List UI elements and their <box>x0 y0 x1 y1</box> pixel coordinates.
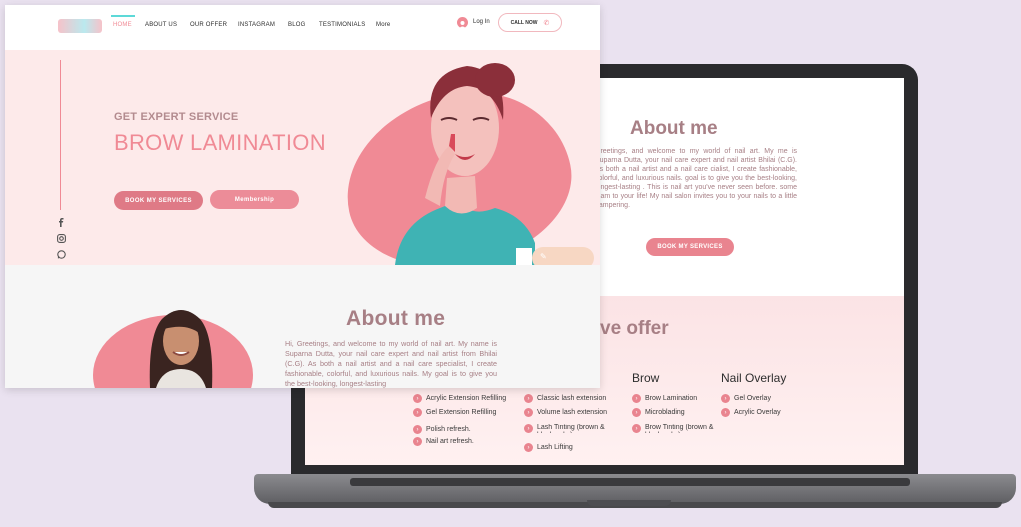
chevron-right-icon: › <box>721 408 730 417</box>
hero-section: GET EXPERT SERVICE BROW LAMINATION BOOK … <box>5 50 600 287</box>
chevron-right-icon: › <box>632 424 641 433</box>
user-icon[interactable] <box>457 17 468 29</box>
offer-item[interactable]: › Acrylic Extension Refilling <box>413 394 506 403</box>
login-link[interactable]: Log In <box>473 19 490 25</box>
chat-icon: ✎ <box>540 252 547 261</box>
laptop-offer-title: ve offer <box>600 318 669 339</box>
chevron-right-icon: › <box>721 394 730 403</box>
laptop-about-title: About me <box>630 118 718 139</box>
hero-model-image <box>395 63 535 265</box>
call-now-label: CALL NOW <box>510 19 538 26</box>
logo-text: NAIL ART <box>62 15 90 21</box>
logo[interactable]: NAIL ART <box>58 15 102 37</box>
nav-testimonials[interactable]: TESTIMONIALS <box>319 22 365 28</box>
navbar: NAIL ART HOME ABOUT US OUR OFFER INSTAGR… <box>5 5 600 50</box>
offer-item[interactable]: ›Lash Tinting (brown & black only ) <box>524 424 619 433</box>
offer-item[interactable]: ›Brow Tinting (brown & black only ) <box>632 424 722 433</box>
hero-title: BROW LAMINATION <box>114 130 326 155</box>
offer-item[interactable]: › Classic lash extension <box>524 394 606 403</box>
facebook-icon[interactable] <box>56 218 66 229</box>
book-services-button[interactable]: BOOK MY SERVICES <box>114 191 203 210</box>
offer-item[interactable]: › Gel Extension Refilling <box>413 408 496 417</box>
instagram-icon[interactable] <box>56 234 66 245</box>
chevron-right-icon: › <box>524 443 533 452</box>
nav-active-indicator <box>111 15 135 17</box>
laptop-about-text: Greetings, and welcome to my world of na… <box>595 148 797 209</box>
offer-item[interactable]: › Acrylic Overlay <box>721 408 781 417</box>
chevron-right-icon: › <box>524 394 533 403</box>
chevron-right-icon: › <box>413 408 422 417</box>
offer-item[interactable]: › Volume lash extension <box>524 408 607 417</box>
chevron-right-icon: › <box>524 408 533 417</box>
chevron-right-icon: › <box>413 425 422 434</box>
membership-button[interactable]: Membership <box>210 190 299 209</box>
about-text: Hi, Greetings, and welcome to my world o… <box>285 339 497 388</box>
offer-item[interactable]: › Lash Lifting <box>524 443 573 452</box>
whatsapp-icon[interactable] <box>56 250 66 261</box>
hero-subtitle: GET EXPERT SERVICE <box>114 111 239 123</box>
laptop-notch <box>587 500 671 506</box>
nav-about-us[interactable]: ABOUT US <box>145 22 177 28</box>
chevron-right-icon: › <box>413 437 422 446</box>
nav-our-offer[interactable]: OUR OFFER <box>190 22 227 28</box>
call-now-button[interactable]: CALL NOW ✆ <box>498 13 562 32</box>
nav-blog[interactable]: BLOG <box>288 22 305 28</box>
chevron-right-icon: › <box>413 394 422 403</box>
phone-icon: ✆ <box>543 19 550 27</box>
about-section: About me Hi, Greetings, and welcome to m… <box>5 265 600 388</box>
vertical-divider <box>60 60 61 210</box>
laptop-book-button[interactable]: BOOK MY SERVICES <box>646 238 734 256</box>
offer-item[interactable]: › Brow Lamination <box>632 394 697 403</box>
offer-item[interactable]: › Microblading <box>632 408 685 417</box>
offer-item[interactable]: › Polish refresh. <box>413 425 471 434</box>
chevron-right-icon: › <box>632 408 641 417</box>
offer-col-heading-brow: Brow <box>632 371 660 385</box>
offer-item[interactable]: › Nail art refresh. <box>413 437 474 446</box>
nav-home[interactable]: HOME <box>113 22 132 28</box>
chat-widget-edge <box>516 248 532 265</box>
laptop-keyboard <box>350 478 910 486</box>
logo-swatch <box>58 19 102 33</box>
chevron-right-icon: › <box>524 424 533 433</box>
nav-more[interactable]: More <box>376 22 390 28</box>
about-title: About me <box>346 307 446 330</box>
website-page: NAIL ART HOME ABOUT US OUR OFFER INSTAGR… <box>5 5 600 388</box>
offer-col-heading-nail-overlay: Nail Overlay <box>721 371 787 385</box>
about-portrait-image <box>149 310 213 388</box>
chevron-right-icon: › <box>632 394 641 403</box>
nav-instagram[interactable]: INSTAGRAM <box>238 22 275 28</box>
offer-item[interactable]: › Gel Overlay <box>721 394 771 403</box>
